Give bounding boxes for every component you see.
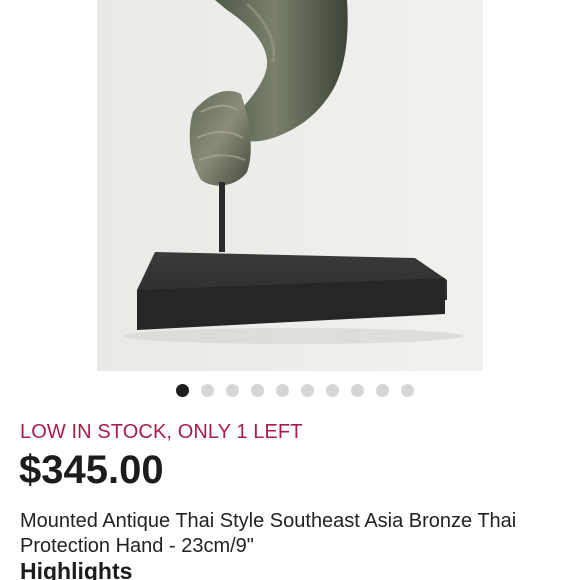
image-carousel-dots <box>0 384 579 400</box>
carousel-dot[interactable] <box>376 384 389 397</box>
carousel-dot[interactable] <box>301 384 314 397</box>
highlights-heading: Highlights <box>20 558 133 580</box>
carousel-dot[interactable] <box>401 384 414 397</box>
product-page: LOW IN STOCK, ONLY 1 LEFT $345.00 Mounte… <box>0 0 579 580</box>
stock-status: LOW IN STOCK, ONLY 1 LEFT <box>20 421 303 443</box>
product-title: Mounted Antique Thai Style Southeast Asi… <box>20 510 517 557</box>
product-price: $345.00 <box>19 448 164 492</box>
carousel-dot[interactable] <box>251 384 264 397</box>
carousel-dot[interactable] <box>176 384 189 397</box>
carousel-dot[interactable] <box>276 384 289 397</box>
carousel-dot[interactable] <box>351 384 364 397</box>
carousel-dot[interactable] <box>226 384 239 397</box>
product-image[interactable] <box>97 0 483 371</box>
bronze-hand-photo <box>97 0 483 371</box>
carousel-dot[interactable] <box>326 384 339 397</box>
carousel-dot[interactable] <box>201 384 214 397</box>
